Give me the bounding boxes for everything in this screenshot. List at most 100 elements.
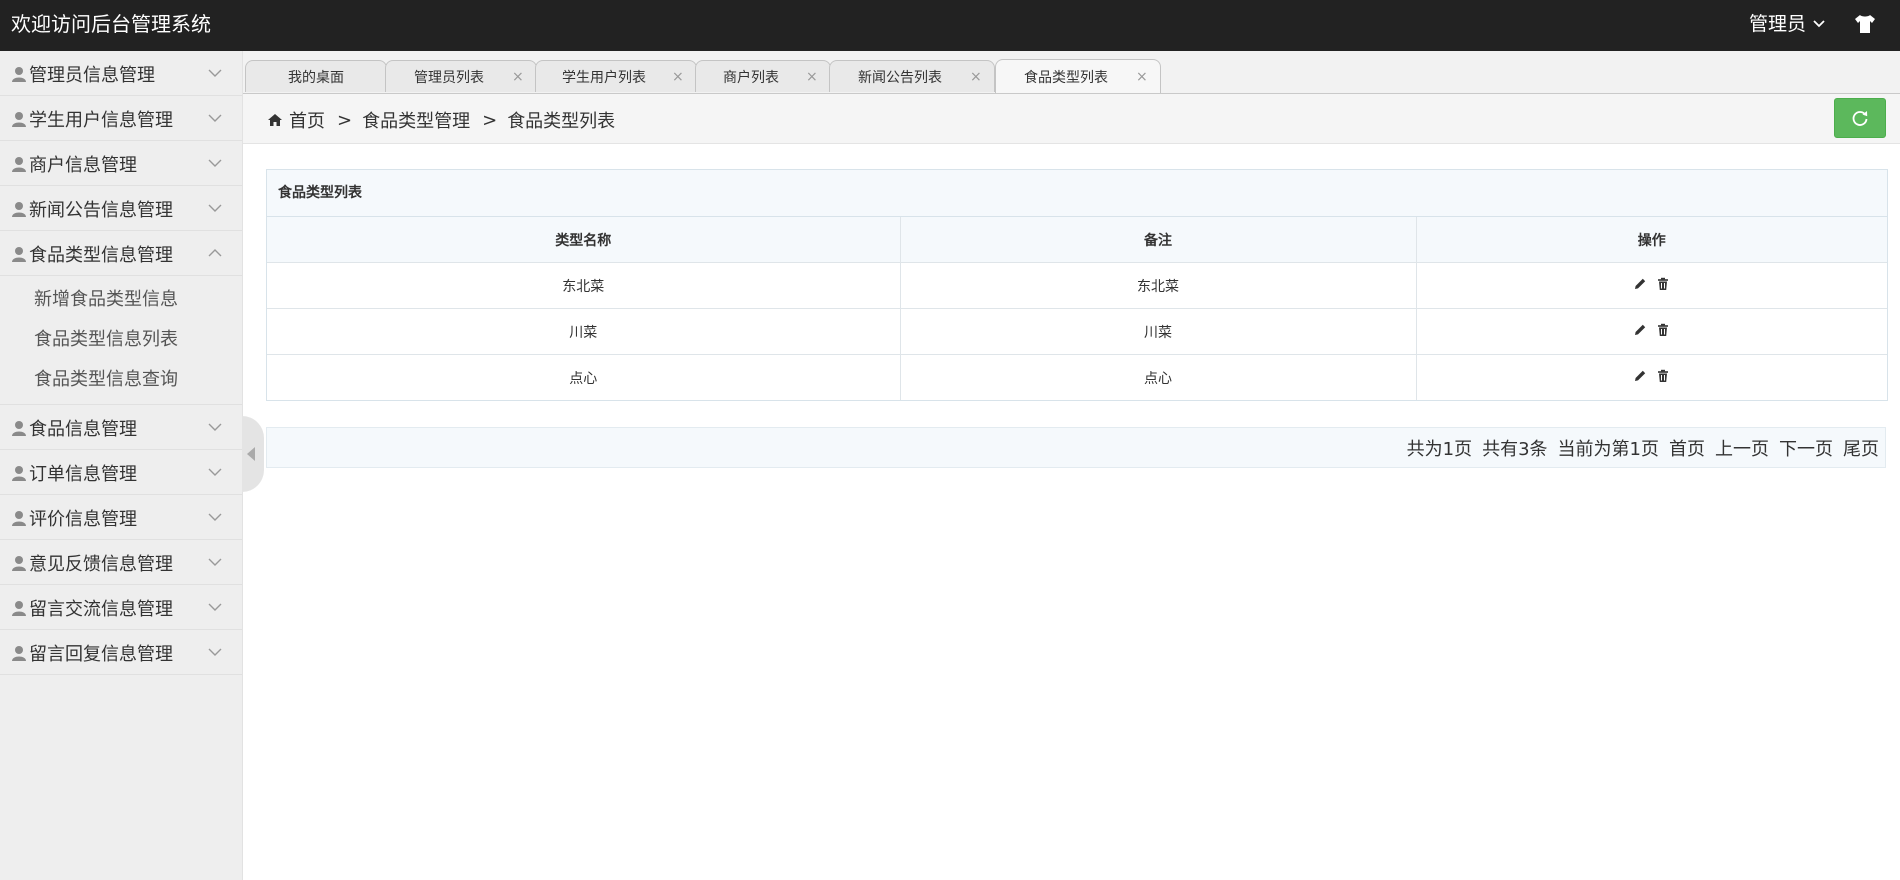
submenu-food-type-list[interactable]: 食品类型信息列表	[0, 320, 242, 360]
breadcrumb-bar: 首页 > 食品类型管理 > 食品类型列表	[243, 94, 1900, 144]
refresh-icon	[1852, 111, 1868, 126]
chevron-down-icon	[208, 69, 222, 77]
user-icon	[12, 201, 26, 217]
breadcrumb-separator: >	[482, 109, 498, 131]
cell-actions	[1416, 355, 1887, 401]
cell-type-name: 东北菜	[267, 262, 901, 309]
chevron-down-icon	[208, 513, 222, 521]
column-header: 操作	[1416, 217, 1887, 263]
sidebar: 管理员信息管理 学生用户信息管理 商户信息管理 新闻公告信息管理 食品类型信息管…	[0, 51, 243, 880]
submenu-add-food-type[interactable]: 新增食品类型信息	[0, 280, 242, 320]
chevron-up-icon	[208, 249, 222, 257]
table-row: 川菜 川菜	[267, 308, 1887, 355]
user-name: 管理员	[1748, 13, 1806, 35]
tab-label: 我的桌面	[288, 69, 344, 86]
column-header: 类型名称	[267, 217, 901, 263]
cell-type-name: 川菜	[267, 308, 901, 355]
sidebar-item-replies[interactable]: 留言回复信息管理	[0, 631, 242, 675]
sidebar-collapse-handle[interactable]	[242, 416, 264, 492]
breadcrumb-level2: 食品类型列表	[507, 111, 616, 132]
home-icon	[268, 114, 282, 126]
cell-remark: 川菜	[900, 308, 1417, 355]
sidebar-item-news[interactable]: 新闻公告信息管理	[0, 187, 242, 231]
chevron-down-icon	[208, 423, 222, 431]
sidebar-item-feedback[interactable]: 意见反馈信息管理	[0, 541, 242, 585]
sidebar-item-label: 订单信息管理	[29, 463, 137, 485]
user-icon	[12, 555, 26, 571]
user-icon	[12, 600, 26, 616]
sidebar-item-admin[interactable]: 管理员信息管理	[0, 52, 242, 96]
pager-prev-link[interactable]: 上一页	[1715, 435, 1769, 461]
table-row: 点心 点心	[267, 354, 1887, 401]
close-icon[interactable]: ×	[512, 69, 526, 85]
top-header: 欢迎访问后台管理系统 管理员	[0, 0, 1900, 51]
chevron-down-icon	[1813, 20, 1825, 28]
pencil-icon[interactable]	[1633, 277, 1647, 291]
food-type-table-panel: 食品类型列表 类型名称 备注 操作 东北菜 东北菜 川菜 川菜 点心 点心	[266, 169, 1888, 401]
sidebar-item-label: 食品类型信息管理	[29, 244, 173, 266]
pager-first-link[interactable]: 首页	[1669, 435, 1705, 461]
trash-icon[interactable]	[1656, 277, 1670, 291]
chevron-down-icon	[208, 648, 222, 656]
refresh-button[interactable]	[1834, 98, 1886, 138]
breadcrumb-level1[interactable]: 食品类型管理	[362, 107, 470, 133]
breadcrumb: 首页 > 食品类型管理 > 食品类型列表	[267, 107, 615, 133]
sidebar-item-reviews[interactable]: 评价信息管理	[0, 496, 242, 540]
close-icon[interactable]: ×	[672, 69, 686, 85]
cell-actions	[1416, 262, 1887, 309]
tab-label: 学生用户列表	[562, 69, 646, 86]
user-icon	[12, 465, 26, 481]
cell-type-name: 点心	[267, 354, 901, 400]
sidebar-item-label: 留言交流信息管理	[29, 598, 173, 620]
sidebar-item-foods[interactable]: 食品信息管理	[0, 406, 242, 450]
app-title: 欢迎访问后台管理系统	[11, 12, 211, 36]
tab-label: 新闻公告列表	[858, 69, 942, 86]
chevron-down-icon	[208, 159, 222, 167]
trash-icon[interactable]	[1656, 369, 1670, 383]
tab-food-type-list[interactable]: 食品类型列表 ×	[995, 59, 1161, 93]
sidebar-submenu-food-types: 新增食品类型信息 食品类型信息列表 食品类型信息查询	[0, 276, 242, 405]
close-icon[interactable]: ×	[806, 69, 820, 85]
close-icon[interactable]: ×	[970, 69, 984, 85]
user-icon	[12, 645, 26, 661]
tab-admin-list[interactable]: 管理员列表 ×	[385, 60, 537, 92]
chevron-down-icon	[208, 468, 222, 476]
tab-label: 管理员列表	[414, 69, 484, 86]
breadcrumb-home[interactable]: 首页	[289, 107, 325, 133]
trash-icon[interactable]	[1656, 323, 1670, 337]
tab-bar: 我的桌面 管理员列表 × 学生用户列表 × 商户列表 × 新闻公告列表 × 食品…	[243, 51, 1900, 94]
food-type-table: 类型名称 备注 操作 东北菜 东北菜 川菜 川菜 点心 点心	[267, 217, 1887, 400]
tab-label: 食品类型列表	[1024, 69, 1108, 86]
sidebar-item-label: 新闻公告信息管理	[29, 199, 173, 221]
tab-merchant-list[interactable]: 商户列表 ×	[695, 60, 831, 92]
sidebar-item-messages[interactable]: 留言交流信息管理	[0, 586, 242, 630]
shirt-icon[interactable]	[1853, 13, 1877, 35]
chevron-left-icon	[247, 447, 255, 461]
close-icon[interactable]: ×	[1136, 69, 1150, 85]
tab-label: 商户列表	[723, 69, 779, 86]
pager-last-link[interactable]: 尾页	[1843, 435, 1879, 461]
pager-next-link[interactable]: 下一页	[1779, 435, 1833, 461]
sidebar-item-merchants[interactable]: 商户信息管理	[0, 142, 242, 186]
user-menu[interactable]: 管理员	[1749, 12, 1826, 36]
column-header: 备注	[900, 217, 1417, 263]
pencil-icon[interactable]	[1633, 323, 1647, 337]
tab-news-list[interactable]: 新闻公告列表 ×	[829, 60, 995, 92]
sidebar-item-label: 管理员信息管理	[29, 64, 155, 86]
pager-current: 当前为第1页	[1557, 438, 1659, 460]
user-icon	[12, 111, 26, 127]
pencil-icon[interactable]	[1633, 369, 1647, 383]
cell-remark: 点心	[900, 354, 1417, 400]
sidebar-item-food-types[interactable]: 食品类型信息管理	[0, 232, 242, 276]
user-icon	[12, 66, 26, 82]
sidebar-item-label: 留言回复信息管理	[29, 643, 173, 665]
sidebar-item-label: 商户信息管理	[29, 154, 137, 176]
sidebar-item-students[interactable]: 学生用户信息管理	[0, 97, 242, 141]
submenu-food-type-query[interactable]: 食品类型信息查询	[0, 360, 242, 400]
breadcrumb-separator: >	[337, 109, 353, 131]
tab-student-list[interactable]: 学生用户列表 ×	[535, 60, 697, 92]
tab-my-desktop[interactable]: 我的桌面	[245, 60, 387, 92]
sidebar-item-orders[interactable]: 订单信息管理	[0, 451, 242, 495]
user-icon	[12, 246, 26, 262]
sidebar-item-label: 食品信息管理	[29, 418, 137, 440]
